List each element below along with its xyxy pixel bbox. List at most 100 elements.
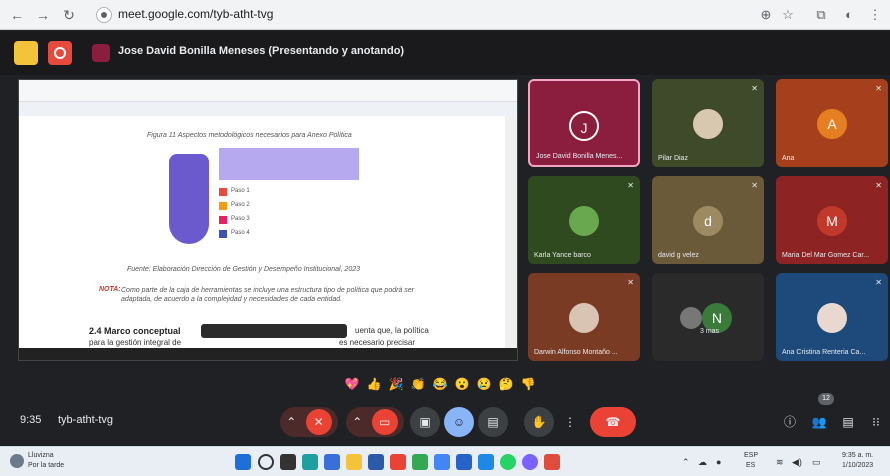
participant-name: Ana Cristina Renteria Ca...: [782, 349, 866, 356]
app-icon[interactable]: [434, 454, 450, 470]
participant-tile[interactable]: ✕ Pilar Diaz: [652, 79, 764, 167]
reaction-thumbs-down[interactable]: 👎: [520, 377, 536, 391]
annotation-toolbar[interactable]: [201, 324, 347, 338]
step-marker: [219, 216, 227, 224]
captions-button[interactable]: ▤: [478, 407, 508, 437]
outlook-icon[interactable]: [456, 454, 472, 470]
app-icon[interactable]: [522, 454, 538, 470]
reaction-surprised[interactable]: 😮: [454, 377, 470, 391]
address-bar[interactable]: meet.google.com/tyb-atht-tvg: [118, 7, 273, 21]
raise-hand-button[interactable]: ✋: [524, 407, 554, 437]
app-icon[interactable]: [478, 454, 494, 470]
reaction-thumbs-up[interactable]: 👍: [366, 377, 382, 391]
participant-tile[interactable]: J Jose David Bonilla Menes...: [528, 79, 640, 167]
site-info-icon[interactable]: [96, 7, 112, 23]
more-options-button[interactable]: ⋮: [558, 407, 582, 437]
figure-step: Paso 3: [231, 216, 250, 222]
camera-off-button[interactable]: ⌃ ▭: [346, 407, 404, 437]
task-view-icon[interactable]: [280, 454, 296, 470]
participant-tile[interactable]: ✕ Darwin Alfonso Montaño ...: [528, 273, 640, 361]
browser-toolbar: ← → ↻ meet.google.com/tyb-atht-tvg ⊕ ☆ ⧉…: [0, 0, 890, 30]
star-icon[interactable]: ☆: [779, 6, 797, 24]
weather-icon: [10, 454, 24, 468]
mic-off-button[interactable]: ⌃ ✕: [280, 407, 338, 437]
clock-date[interactable]: 1/10/2023: [842, 462, 873, 469]
reload-button[interactable]: ↻: [60, 6, 78, 24]
cloud-icon[interactable]: ☁: [698, 457, 707, 468]
profile-icon[interactable]: ◐: [840, 6, 858, 24]
hang-up-icon: ☎: [605, 415, 621, 429]
participant-tile[interactable]: ✕ A Ana: [776, 79, 888, 167]
avatar: [679, 307, 702, 329]
whatsapp-icon[interactable]: [500, 454, 516, 470]
start-icon[interactable]: [235, 454, 251, 470]
more-participants-tile[interactable]: N 3 mas: [652, 273, 764, 361]
present-button[interactable]: ▣: [410, 407, 440, 437]
participant-tile[interactable]: ✕ M Maria Del Mar Gomez Car...: [776, 176, 888, 264]
figure-caption: Figura 11 Aspectos metodológicos necesar…: [147, 132, 352, 139]
participants-count-badge: 12: [818, 393, 834, 405]
participant-tile[interactable]: ✕ Ana Cristina Renteria Ca...: [776, 273, 888, 361]
language-sub[interactable]: ES: [746, 462, 755, 469]
reaction-laugh[interactable]: 😂: [432, 377, 448, 391]
volume-icon[interactable]: ◀): [792, 457, 802, 468]
avatar: A: [817, 109, 847, 139]
remote-taskbar: [19, 348, 517, 360]
weather-sub: Por la tarde: [28, 462, 65, 469]
reaction-party[interactable]: 🎉: [388, 377, 404, 391]
battery-icon[interactable]: ▭: [812, 457, 821, 468]
leave-call-button[interactable]: ☎: [590, 407, 636, 437]
people-button[interactable]: 👥: [806, 407, 832, 437]
zoom-icon[interactable]: ⊕: [757, 6, 775, 24]
wifi-icon[interactable]: ≋: [776, 457, 784, 468]
menu-icon[interactable]: ⋮: [866, 6, 884, 24]
weather-label: Lluvizna: [28, 452, 54, 459]
shared-screen[interactable]: Figura 11 Aspectos metodológicos necesar…: [18, 79, 518, 361]
participant-tile[interactable]: ✕ d david g velez: [652, 176, 764, 264]
edge-icon[interactable]: [324, 454, 340, 470]
forward-button[interactable]: →: [34, 6, 52, 24]
chat-button[interactable]: ▤: [836, 407, 860, 437]
avatar: [569, 206, 599, 236]
meeting-time: 9:35: [20, 414, 42, 426]
section-heading: 2.4 Marco conceptual: [89, 326, 181, 336]
participant-tile[interactable]: ✕ Karla Yance barco: [528, 176, 640, 264]
presenter-bar: Jose David Bonilla Meneses (Presentando …: [0, 31, 890, 75]
mic-off-icon: ✕: [875, 84, 882, 93]
figure-shield: [169, 154, 209, 244]
excel-icon[interactable]: [412, 454, 428, 470]
avatar: [569, 303, 599, 333]
emoji-icon: ☺: [452, 415, 466, 429]
reaction-thinking[interactable]: 🤔: [498, 377, 514, 391]
activities-button[interactable]: ⁝⁝: [864, 407, 888, 437]
tray-chevron-icon[interactable]: ⌃: [682, 457, 690, 468]
record-icon[interactable]: [48, 41, 72, 65]
app-icon[interactable]: [544, 454, 560, 470]
chevron-up-icon: ⌃: [352, 415, 363, 429]
participant-name: Ana: [782, 155, 795, 162]
info-button[interactable]: ⓘ: [778, 407, 802, 437]
extensions-icon[interactable]: ⧉: [812, 6, 830, 24]
widgets-icon[interactable]: [302, 454, 318, 470]
reaction-clap[interactable]: 👏: [410, 377, 426, 391]
emoji-button[interactable]: ☺: [444, 407, 474, 437]
avatar: [817, 303, 847, 333]
app-tray-icon[interactable]: ●: [716, 457, 721, 467]
figure-step: Paso 4: [231, 230, 250, 236]
participant-name: david g velez: [658, 252, 699, 259]
chrome-icon[interactable]: [390, 454, 406, 470]
clock-time[interactable]: 9:35 a. m.: [842, 452, 873, 459]
back-button[interactable]: ←: [8, 6, 26, 24]
file-explorer-icon[interactable]: [346, 454, 362, 470]
files-icon[interactable]: [14, 41, 38, 65]
presenter-avatar: [92, 44, 110, 62]
reaction-sad[interactable]: 😢: [476, 377, 492, 391]
body-line: para la gestión integral de: [89, 338, 182, 347]
language-label[interactable]: ESP: [744, 452, 758, 459]
search-icon[interactable]: [258, 454, 274, 470]
mic-off-icon: ✕: [875, 278, 882, 287]
word-icon[interactable]: [368, 454, 384, 470]
step-marker: [219, 188, 227, 196]
grid-icon: ⁝⁝: [872, 415, 880, 429]
reaction-heart[interactable]: 💖: [344, 377, 360, 391]
